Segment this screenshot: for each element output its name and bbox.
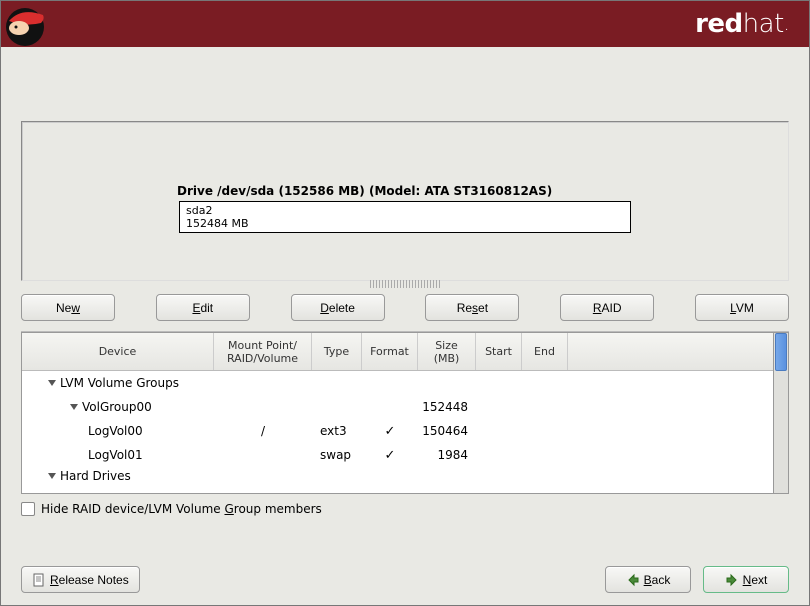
col-end[interactable]: End (522, 333, 568, 370)
partition-size: 152484 MB (186, 217, 624, 230)
col-mount[interactable]: Mount Point/ RAID/Volume (214, 333, 312, 370)
arrow-left-icon (626, 573, 640, 587)
table-row[interactable]: Hard Drives (22, 467, 773, 485)
table-header: Device Mount Point/ RAID/Volume Type For… (22, 333, 773, 371)
table-row[interactable]: LogVol00 / ext3 150464 (22, 419, 773, 443)
raid-button[interactable]: RAID (560, 294, 654, 321)
partition-table: Device Mount Point/ RAID/Volume Type For… (21, 331, 789, 494)
table-row[interactable]: VolGroup00 152448 (22, 395, 773, 419)
brand-text: redhat. (695, 9, 789, 39)
col-device[interactable]: Device (22, 333, 214, 370)
col-rest (568, 333, 773, 370)
drive-panel: Drive /dev/sda (152586 MB) (Model: ATA S… (21, 121, 789, 281)
hide-raid-label[interactable]: Hide RAID device/LVM Volume Group member… (41, 502, 322, 516)
table-row[interactable]: LVM Volume Groups (22, 371, 773, 395)
document-icon (32, 573, 46, 587)
col-type[interactable]: Type (312, 333, 362, 370)
arrow-right-icon (725, 573, 739, 587)
resize-grip[interactable] (370, 280, 440, 288)
reset-button[interactable]: Reset (425, 294, 519, 321)
group-header: LVM Volume Groups (22, 376, 214, 390)
redhat-logo (1, 1, 61, 47)
back-button[interactable]: Back (605, 566, 691, 593)
col-size[interactable]: Size (MB) (418, 333, 476, 370)
partition-box[interactable]: sda2 152484 MB (179, 201, 631, 233)
col-format[interactable]: Format (362, 333, 418, 370)
drive-label: Drive /dev/sda (152586 MB) (Model: ATA S… (177, 184, 552, 198)
next-button[interactable]: Next (703, 566, 789, 593)
scrollbar-thumb[interactable] (775, 333, 787, 371)
table-row[interactable]: LogVol01 swap 1984 (22, 443, 773, 467)
edit-button[interactable]: Edit (156, 294, 250, 321)
scrollbar[interactable] (773, 332, 789, 494)
partition-name: sda2 (186, 204, 624, 217)
check-icon (385, 448, 396, 463)
hide-raid-checkbox[interactable] (21, 502, 35, 516)
release-notes-button[interactable]: Release Notes (21, 566, 140, 593)
chevron-down-icon[interactable] (48, 380, 56, 386)
chevron-down-icon[interactable] (48, 473, 56, 479)
check-icon (385, 424, 396, 439)
lvm-button[interactable]: LVM (695, 294, 789, 321)
toolbar: New Edit Delete Reset RAID LVM (1, 288, 809, 321)
new-button[interactable]: New (21, 294, 115, 321)
delete-button[interactable]: Delete (291, 294, 385, 321)
col-start[interactable]: Start (476, 333, 522, 370)
chevron-down-icon[interactable] (70, 404, 78, 410)
